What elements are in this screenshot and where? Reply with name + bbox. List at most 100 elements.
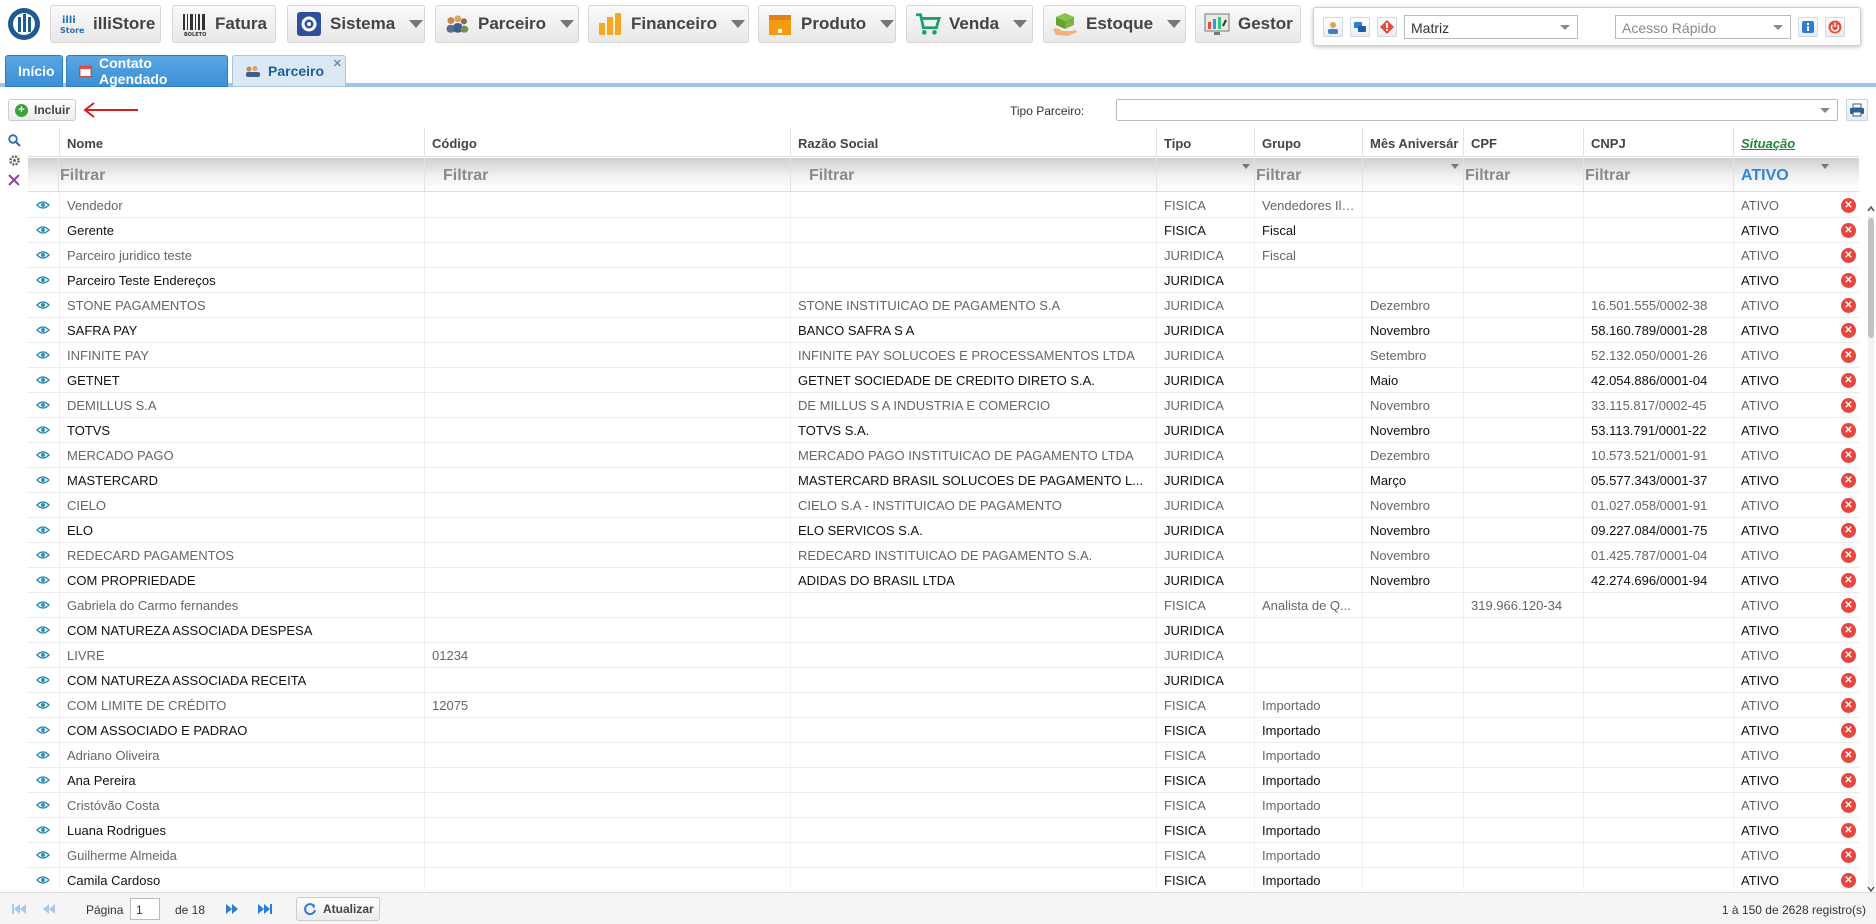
branch-select[interactable]: Matriz bbox=[1404, 15, 1578, 39]
include-button[interactable]: + Incluir bbox=[8, 99, 76, 121]
delete-row-icon[interactable]: ✕ bbox=[1841, 273, 1856, 288]
table-row[interactable]: Parceiro juridico teste JURIDICA Fiscal ATI… bbox=[28, 243, 1859, 268]
table-row[interactable]: COM PROPRIEDADE ADIDAS DO BRASIL LTDA JURI… bbox=[28, 568, 1859, 593]
delete-row-icon[interactable]: ✕ bbox=[1841, 223, 1856, 238]
delete-row-icon[interactable]: ✕ bbox=[1841, 623, 1856, 638]
tipo-parceiro-select[interactable] bbox=[1116, 99, 1838, 121]
table-row[interactable]: COM ASSOCIADO E PADRAO FISICA Importado ATI… bbox=[28, 718, 1859, 743]
menu-produto[interactable]: Produto bbox=[758, 5, 896, 43]
search-button[interactable] bbox=[4, 130, 24, 150]
previous-page-button[interactable] bbox=[36, 898, 62, 920]
delete-row-icon[interactable]: ✕ bbox=[1841, 373, 1856, 388]
delete-row-icon[interactable]: ✕ bbox=[1841, 698, 1856, 713]
app-logo-icon[interactable] bbox=[6, 4, 42, 44]
delete-row-icon[interactable]: ✕ bbox=[1841, 823, 1856, 838]
delete-row-icon[interactable]: ✕ bbox=[1841, 298, 1856, 313]
table-row[interactable]: CIELO CIELO S.A - INSTITUICAO DE PAGAMENT… bbox=[28, 493, 1859, 518]
filter-nome[interactable]: Filtrar bbox=[58, 158, 424, 192]
view-eye-icon[interactable] bbox=[36, 250, 50, 260]
view-eye-icon[interactable] bbox=[36, 725, 50, 735]
view-eye-icon[interactable] bbox=[36, 850, 50, 860]
view-eye-icon[interactable] bbox=[36, 625, 50, 635]
column-header-situacao[interactable]: Situação bbox=[1733, 128, 1833, 157]
last-page-button[interactable] bbox=[252, 898, 278, 920]
view-eye-icon[interactable] bbox=[36, 700, 50, 710]
view-eye-icon[interactable] bbox=[36, 775, 50, 785]
filter-codigo[interactable]: Filtrar bbox=[424, 158, 790, 192]
next-page-button[interactable] bbox=[219, 898, 245, 920]
menu-fatura[interactable]: BOLETO Fatura bbox=[172, 5, 276, 43]
column-header-grupo[interactable]: Grupo bbox=[1254, 128, 1362, 157]
page-number-input[interactable]: 1 bbox=[130, 898, 160, 920]
table-row[interactable]: COM NATUREZA ASSOCIADA DESPESA JURIDICA AT… bbox=[28, 618, 1859, 643]
info-button[interactable] bbox=[1798, 17, 1818, 37]
table-row[interactable]: STONE PAGAMENTOS STONE INSTITUICAO DE PAG… bbox=[28, 293, 1859, 318]
view-eye-icon[interactable] bbox=[36, 325, 50, 335]
filter-razao-social[interactable]: Filtrar bbox=[790, 158, 1156, 192]
filter-cpf[interactable]: Filtrar bbox=[1463, 158, 1583, 192]
delete-row-icon[interactable]: ✕ bbox=[1841, 198, 1856, 213]
column-header-cpf[interactable]: CPF bbox=[1463, 128, 1583, 157]
print-button[interactable] bbox=[1846, 99, 1868, 121]
column-header-mes-aniversario[interactable]: Mês Aniversár bbox=[1362, 128, 1463, 157]
delete-row-icon[interactable]: ✕ bbox=[1841, 448, 1856, 463]
view-eye-icon[interactable] bbox=[36, 425, 50, 435]
table-row[interactable]: Cristóvão Costa FISICA Importado ATIVO ✕ bbox=[28, 793, 1859, 818]
view-eye-icon[interactable] bbox=[36, 350, 50, 360]
menu-parceiro[interactable]: Parceiro bbox=[435, 5, 579, 43]
column-header-razao-social[interactable]: Razão Social bbox=[790, 128, 1096, 157]
view-eye-icon[interactable] bbox=[36, 200, 50, 210]
table-row[interactable]: Gerente FISICA Fiscal ATIVO ✕ bbox=[28, 218, 1859, 243]
filter-cnpj[interactable]: Filtrar bbox=[1583, 158, 1733, 192]
refresh-button[interactable]: Atualizar bbox=[296, 897, 380, 921]
column-header-codigo[interactable]: Código bbox=[424, 128, 730, 157]
view-eye-icon[interactable] bbox=[36, 575, 50, 585]
view-eye-icon[interactable] bbox=[36, 800, 50, 810]
column-header-tipo[interactable]: Tipo bbox=[1156, 128, 1256, 157]
alert-button[interactable] bbox=[1377, 17, 1397, 37]
delete-row-icon[interactable]: ✕ bbox=[1841, 773, 1856, 788]
delete-row-icon[interactable]: ✕ bbox=[1841, 348, 1856, 363]
delete-row-icon[interactable]: ✕ bbox=[1841, 548, 1856, 563]
delete-row-icon[interactable]: ✕ bbox=[1841, 423, 1856, 438]
view-eye-icon[interactable] bbox=[36, 550, 50, 560]
view-eye-icon[interactable] bbox=[36, 475, 50, 485]
view-eye-icon[interactable] bbox=[36, 275, 50, 285]
delete-row-icon[interactable]: ✕ bbox=[1841, 748, 1856, 763]
view-eye-icon[interactable] bbox=[36, 825, 50, 835]
column-header-cnpj[interactable]: CNPJ bbox=[1583, 128, 1733, 157]
delete-row-icon[interactable]: ✕ bbox=[1841, 673, 1856, 688]
chat-button[interactable] bbox=[1350, 17, 1370, 37]
table-row[interactable]: Guilherme Almeida FISICA Importado ATIVO ✕ bbox=[28, 843, 1859, 868]
filter-mes-select[interactable] bbox=[1362, 158, 1463, 192]
table-row[interactable]: DEMILLUS S.A DE MILLUS S A INDUSTRIA E CO… bbox=[28, 393, 1859, 418]
view-eye-icon[interactable] bbox=[36, 875, 50, 885]
delete-row-icon[interactable]: ✕ bbox=[1841, 598, 1856, 613]
delete-row-icon[interactable]: ✕ bbox=[1841, 523, 1856, 538]
menu-sistema[interactable]: Sistema bbox=[287, 5, 425, 43]
table-row[interactable]: INFINITE PAY INFINITE PAY SOLUCOES E PROC… bbox=[28, 343, 1859, 368]
delete-row-icon[interactable]: ✕ bbox=[1841, 498, 1856, 513]
table-row[interactable]: LIVRE 01234 JURIDICA ATIVO ✕ bbox=[28, 643, 1859, 668]
delete-row-icon[interactable]: ✕ bbox=[1841, 398, 1856, 413]
tab-parceiro[interactable]: Parceiro ✕ bbox=[232, 55, 346, 87]
delete-row-icon[interactable]: ✕ bbox=[1841, 573, 1856, 588]
view-eye-icon[interactable] bbox=[36, 225, 50, 235]
settings-button[interactable] bbox=[4, 150, 24, 170]
menu-financeiro[interactable]: Financeiro bbox=[588, 5, 749, 43]
menu-illistore[interactable]: illi Store illiStore bbox=[50, 5, 161, 43]
delete-row-icon[interactable]: ✕ bbox=[1841, 648, 1856, 663]
delete-row-icon[interactable]: ✕ bbox=[1841, 723, 1856, 738]
delete-row-icon[interactable]: ✕ bbox=[1841, 323, 1856, 338]
logout-button[interactable] bbox=[1825, 17, 1845, 37]
table-row[interactable]: MERCADO PAGO MERCADO PAGO INSTITUICAO DE … bbox=[28, 443, 1859, 468]
menu-venda[interactable]: Venda bbox=[906, 5, 1033, 43]
view-eye-icon[interactable] bbox=[36, 750, 50, 760]
filter-grupo[interactable]: Filtrar bbox=[1254, 158, 1362, 192]
view-eye-icon[interactable] bbox=[36, 650, 50, 660]
view-eye-icon[interactable] bbox=[36, 450, 50, 460]
table-row[interactable]: Gabriela do Carmo fernandes FISICA Analist… bbox=[28, 593, 1859, 618]
tab-contato-agendado[interactable]: Contato Agendado bbox=[66, 55, 228, 87]
table-row[interactable]: Camila Cardoso FISICA Importado ATIVO ✕ bbox=[28, 868, 1859, 890]
table-row[interactable]: MASTERCARD MASTERCARD BRASIL SOLUCOES DE … bbox=[28, 468, 1859, 493]
